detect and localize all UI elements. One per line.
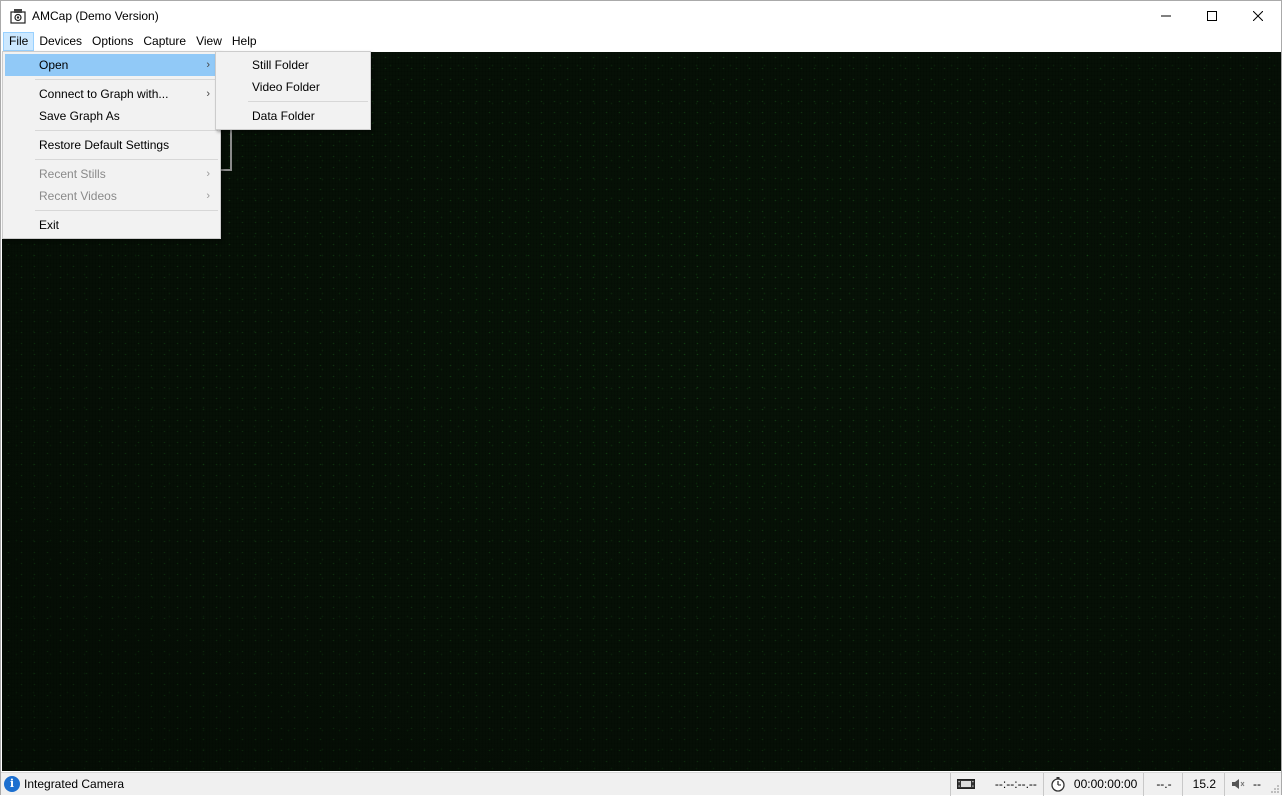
device-name: Integrated Camera xyxy=(24,777,125,791)
capture-time: 00:00:00:00 xyxy=(1073,777,1138,791)
menu-view[interactable]: View xyxy=(191,32,227,51)
file-menu-dropdown: Open › Connect to Graph with... › Save G… xyxy=(2,51,221,239)
chevron-right-icon: › xyxy=(206,190,210,202)
app-window: AMCap (Demo Version) File Devices Option… xyxy=(0,0,1282,796)
open-submenu: Still Folder Video Folder Data Folder xyxy=(215,51,371,130)
menu-bar: File Devices Options Capture View Help xyxy=(1,31,1281,51)
status-audio-panel: -- xyxy=(1224,772,1267,796)
status-capture-time-panel: 00:00:00:00 xyxy=(1042,772,1143,796)
maximize-icon xyxy=(1207,11,1217,21)
status-device-panel: i Integrated Camera xyxy=(1,776,950,792)
menu-item-open[interactable]: Open › xyxy=(5,54,218,76)
close-icon xyxy=(1253,11,1263,21)
info-icon: i xyxy=(4,776,20,792)
stopwatch-icon xyxy=(1050,776,1066,792)
menu-item-restore-defaults[interactable]: Restore Default Settings xyxy=(5,134,218,156)
title-bar[interactable]: AMCap (Demo Version) xyxy=(1,1,1281,31)
resize-grip[interactable] xyxy=(1267,773,1281,796)
menu-item-label: Exit xyxy=(39,218,60,232)
menu-item-label: Save Graph As xyxy=(39,109,120,123)
menu-item-recent-videos: Recent Videos › xyxy=(5,185,218,207)
menu-item-save-graph-as[interactable]: Save Graph As xyxy=(5,105,218,127)
audio-level: -- xyxy=(1253,777,1261,791)
dropped-frames: --.- xyxy=(1156,777,1172,791)
menu-options[interactable]: Options xyxy=(87,32,138,51)
menu-separator xyxy=(35,130,218,131)
menu-item-label: Recent Stills xyxy=(39,167,106,181)
menu-item-label: Recent Videos xyxy=(39,189,117,203)
frame-time: --:--:--.-- xyxy=(994,777,1037,791)
menu-help[interactable]: Help xyxy=(227,32,262,51)
menu-item-label: Open xyxy=(39,58,69,72)
menu-item-recent-stills: Recent Stills › xyxy=(5,163,218,185)
chevron-right-icon: › xyxy=(206,88,210,100)
menu-separator xyxy=(35,210,218,211)
status-frame-time-panel: --:--:--.-- xyxy=(949,772,1043,796)
status-fps-panel: 15.2 xyxy=(1181,772,1224,796)
close-button[interactable] xyxy=(1235,1,1281,31)
submenu-item-video-folder[interactable]: Video Folder xyxy=(218,76,368,98)
submenu-item-still-folder[interactable]: Still Folder xyxy=(218,54,368,76)
submenu-item-data-folder[interactable]: Data Folder xyxy=(218,105,368,127)
status-dropped-panel: --.- xyxy=(1143,772,1181,796)
menu-item-exit[interactable]: Exit xyxy=(5,214,218,236)
minimize-button[interactable] xyxy=(1143,1,1189,31)
speaker-muted-icon xyxy=(1231,777,1245,791)
window-controls xyxy=(1143,1,1281,31)
chevron-right-icon: › xyxy=(206,59,210,71)
window-title: AMCap (Demo Version) xyxy=(32,9,159,23)
chevron-right-icon: › xyxy=(206,168,210,180)
menu-item-label: Connect to Graph with... xyxy=(39,87,169,101)
minimize-icon xyxy=(1161,15,1171,17)
fps-value: 15.2 xyxy=(1192,777,1216,791)
menu-devices[interactable]: Devices xyxy=(34,32,87,51)
ghost-window-edge xyxy=(221,129,232,171)
film-icon xyxy=(956,778,975,790)
menu-separator xyxy=(35,159,218,160)
maximize-button[interactable] xyxy=(1189,1,1235,31)
menu-file[interactable]: File xyxy=(3,31,35,51)
menu-item-connect-to-graph[interactable]: Connect to Graph with... › xyxy=(5,83,218,105)
menu-capture[interactable]: Capture xyxy=(138,32,191,51)
menu-separator xyxy=(35,79,218,80)
menu-separator xyxy=(248,101,368,102)
menu-item-label: Restore Default Settings xyxy=(39,138,170,152)
camera-app-icon xyxy=(10,9,26,24)
status-bar: i Integrated Camera --:--:--.-- 00:00:00… xyxy=(1,772,1281,796)
